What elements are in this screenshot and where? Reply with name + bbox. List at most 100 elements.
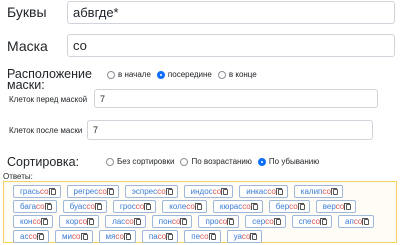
answer-chip[interactable]: кюрас со [212, 200, 263, 213]
copy-icon[interactable] [48, 187, 56, 195]
answer-mask: со [212, 187, 222, 196]
radio-icon[interactable] [107, 71, 115, 79]
answer-stem: эспрес [131, 187, 158, 196]
answer-chip[interactable]: мя со [98, 230, 136, 243]
copy-icon[interactable] [80, 232, 88, 240]
answer-mask: со [135, 202, 145, 211]
answer-chip[interactable]: эспрес со [124, 185, 178, 198]
answer-chip[interactable]: пе со [184, 230, 221, 243]
sort-option-asc[interactable]: По возрастанию [180, 157, 252, 167]
answer-mask: со [98, 187, 107, 196]
placement-label: Расположение маски: [7, 67, 92, 92]
copy-icon[interactable] [44, 202, 52, 210]
copy-icon[interactable] [344, 202, 352, 210]
answer-mask: со [322, 187, 331, 196]
answer-chip[interactable]: коле со [162, 200, 207, 213]
copy-icon[interactable] [123, 232, 131, 240]
after-input[interactable]: 7 [87, 120, 373, 140]
answer-stem: уа [233, 232, 242, 241]
answer-stem: ми [62, 232, 72, 241]
answer-mask: со [186, 202, 195, 211]
letters-input-value: абвгде* [73, 5, 119, 20]
answer-mask: со [115, 232, 124, 241]
copy-icon[interactable] [362, 217, 370, 225]
radio-icon[interactable] [106, 158, 114, 166]
before-input[interactable]: 7 [94, 89, 378, 108]
answer-chip[interactable]: уа со [226, 230, 263, 243]
sort-option-none[interactable]: Без сортировки [106, 157, 174, 167]
answer-stem: лас [112, 217, 126, 226]
copy-icon[interactable] [144, 202, 152, 210]
mask-input[interactable]: со [67, 34, 395, 57]
answer-stem: ап [345, 217, 354, 226]
placement-option-start[interactable]: в начале [107, 70, 151, 80]
copy-icon[interactable] [37, 232, 44, 240]
answer-mask: со [71, 232, 81, 241]
copy-icon[interactable] [208, 232, 216, 240]
placement-option-end[interactable]: в конце [217, 70, 257, 80]
sort-radio-group: Без сортировки По возрастанию По убывани… [106, 157, 325, 167]
answer-chip[interactable]: кор со [59, 215, 100, 228]
answer-chip[interactable]: лас со [105, 215, 146, 228]
copy-icon[interactable] [273, 217, 281, 225]
answer-chip[interactable]: регрес со [66, 185, 119, 198]
copy-icon[interactable] [330, 187, 338, 195]
answer-chip[interactable]: па со [141, 230, 179, 243]
answer-chip[interactable]: бер со [268, 200, 310, 213]
answer-chip[interactable]: инкас со [239, 185, 288, 198]
copy-icon[interactable] [87, 217, 95, 225]
copy-icon[interactable] [194, 202, 202, 210]
radio-checked-icon[interactable] [156, 71, 165, 79]
answer-chip[interactable]: пон со [151, 215, 193, 228]
copy-icon[interactable] [250, 232, 258, 240]
answer-chip[interactable]: вер со [315, 200, 357, 213]
after-label: Клеток после маски [9, 126, 83, 135]
copy-icon[interactable] [133, 217, 141, 225]
copy-icon[interactable] [320, 217, 328, 225]
answer-chip[interactable]: спе со [291, 215, 333, 228]
answer-chip[interactable]: грос со [112, 200, 157, 213]
copy-icon[interactable] [297, 202, 305, 210]
answer-stem: спе [298, 217, 312, 226]
answer-mask: со [32, 217, 42, 226]
copy-icon[interactable] [106, 187, 114, 195]
copy-icon[interactable] [180, 217, 188, 225]
answer-stem: бага [20, 202, 37, 211]
answer-mask: со [335, 202, 345, 211]
radio-checked-icon[interactable] [257, 158, 266, 166]
answer-chip[interactable]: ас со [13, 230, 49, 243]
answer-stem: инкас [246, 187, 268, 196]
answer-mask: со [125, 217, 134, 226]
answer-chip[interactable]: ми со [55, 230, 93, 243]
answer-stem: коле [169, 202, 187, 211]
answer-chip[interactable]: калип со [293, 185, 343, 198]
radio-icon[interactable] [180, 158, 189, 166]
sort-option-desc[interactable]: По убыванию [257, 157, 319, 167]
answer-mask: со [157, 232, 167, 241]
copy-icon[interactable] [275, 187, 283, 195]
copy-icon[interactable] [166, 232, 174, 240]
copy-icon[interactable] [165, 187, 173, 195]
copy-icon[interactable] [227, 217, 235, 225]
mask-input-value: со [73, 38, 87, 53]
copy-icon[interactable] [41, 217, 49, 225]
answer-chip[interactable]: грась со [13, 185, 61, 198]
letters-input[interactable]: абвгде* [67, 1, 395, 24]
answer-chip[interactable]: бага со [13, 200, 57, 213]
answer-chip[interactable]: кон со [13, 215, 54, 228]
answer-mask: со [218, 217, 228, 226]
answer-mask: со [171, 217, 181, 226]
answer-chip[interactable]: ап со [338, 215, 375, 228]
answer-stem: сер [252, 217, 266, 226]
answer-chip[interactable]: про со [198, 215, 240, 228]
answer-chip[interactable]: сер со [245, 215, 286, 228]
copy-icon[interactable] [94, 202, 102, 210]
answer-chip[interactable]: индос со [183, 185, 234, 198]
radio-icon[interactable] [217, 71, 226, 79]
answer-stem: кюрас [219, 202, 243, 211]
copy-icon[interactable] [250, 202, 258, 210]
placement-option-middle[interactable]: посередине [156, 70, 212, 80]
answer-stem: буас [69, 202, 87, 211]
answer-chip[interactable]: буас со [62, 200, 107, 213]
copy-icon[interactable] [221, 187, 229, 195]
